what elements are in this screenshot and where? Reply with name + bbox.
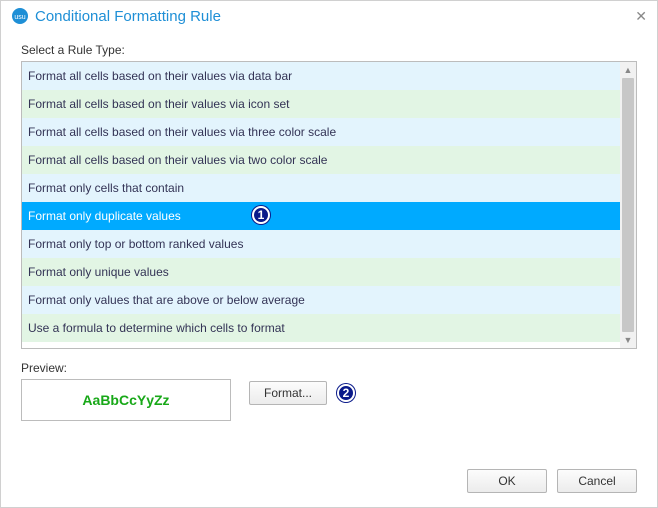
rule-type-item[interactable]: Format all cells based on their values v… [22,118,620,146]
cancel-button[interactable]: Cancel [557,469,637,493]
callout-step-1: 1 [252,206,270,224]
scrollbar[interactable]: ▲ ▼ [620,62,636,348]
preview-box: AaBbCcYyZz [21,379,231,421]
close-icon[interactable]: ✕ [635,8,647,25]
rule-type-item[interactable]: Format all cells based on their values v… [22,62,620,90]
rule-type-item[interactable]: Format only values that are above or bel… [22,286,620,314]
scroll-track[interactable] [620,78,636,332]
rule-type-item[interactable]: Format all cells based on their values v… [22,146,620,174]
rule-type-list: Format all cells based on their values v… [21,61,637,349]
preview-label: Preview: [21,361,637,375]
rule-type-item[interactable]: Format only unique values [22,258,620,286]
dialog-title: Conditional Formatting Rule [35,8,221,25]
svg-text:usu: usu [14,14,25,21]
rule-type-item[interactable]: Format all cells based on their values v… [22,90,620,118]
scroll-thumb[interactable] [622,78,634,332]
rule-type-item[interactable]: Format only cells that contain [22,174,620,202]
callout-step-2: 2 [337,384,355,402]
scroll-up-button[interactable]: ▲ [620,62,636,78]
select-rule-type-label: Select a Rule Type: [21,43,637,57]
rule-type-item[interactable]: Use a formula to determine which cells t… [22,314,620,342]
ok-button[interactable]: OK [467,469,547,493]
preview-sample-text: AaBbCcYyZz [82,392,169,408]
rule-type-item[interactable]: Format only duplicate values1 [22,202,620,230]
rule-type-item[interactable]: Format only top or bottom ranked values [22,230,620,258]
scroll-down-button[interactable]: ▼ [620,332,636,348]
title-bar: usu Conditional Formatting Rule ✕ [1,1,657,29]
app-logo-icon: usu [11,7,29,25]
format-button[interactable]: Format... [249,381,327,405]
